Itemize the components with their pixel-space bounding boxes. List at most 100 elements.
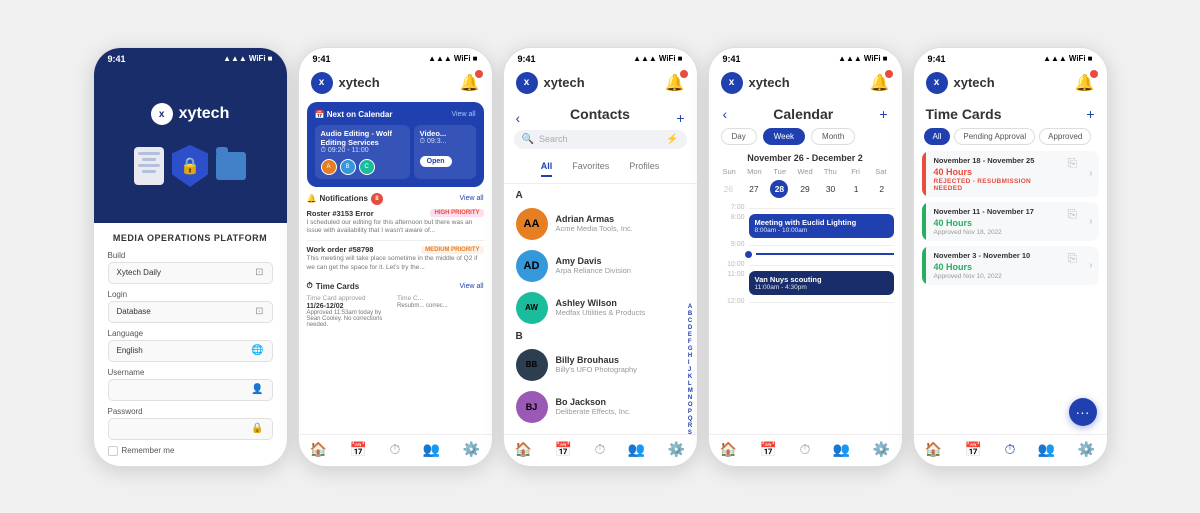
remember-checkbox[interactable] (108, 446, 118, 456)
tc-nav-home[interactable]: 🏠 (925, 441, 942, 458)
alpha-b[interactable]: B (688, 311, 694, 317)
cal-tab-month[interactable]: Month (811, 128, 855, 145)
alpha-d[interactable]: D (688, 325, 694, 331)
cal-nav-settings[interactable]: ⚙️ (873, 441, 890, 458)
calendar-event-1[interactable]: Meeting with Euclid Lighting 8:00am - 10… (749, 214, 894, 238)
time-row-1000: 10:00 (717, 261, 894, 268)
alpha-s[interactable]: S (688, 430, 694, 434)
calendar-notification[interactable]: 🔔 (870, 73, 890, 93)
contact-ashley[interactable]: AW Ashley Wilson Medfax Utilities & Prod… (504, 287, 697, 329)
add-contact-button[interactable]: + (676, 110, 684, 126)
alpha-e[interactable]: E (688, 332, 694, 338)
contacts-nav-contacts[interactable]: 👥 (628, 441, 645, 458)
nav-contacts[interactable]: 👥 (423, 441, 440, 458)
nav-home[interactable]: 🏠 (310, 441, 327, 458)
nav-settings[interactable]: ⚙️ (463, 441, 480, 458)
cal-nav-contacts[interactable]: 👥 (833, 441, 850, 458)
alpha-r[interactable]: R (688, 423, 694, 429)
tc-tab-pending[interactable]: Pending Approval (954, 128, 1035, 145)
date-29[interactable]: 29 (796, 180, 814, 198)
tc-arrow-2[interactable]: › (1083, 202, 1098, 241)
search-bar[interactable]: 🔍 Search ⚡ (514, 130, 687, 149)
tc-card-1[interactable]: November 18 - November 25 40 Hours REJEC… (922, 151, 1099, 197)
notifications-view-all[interactable]: View all (460, 195, 484, 202)
contacts-notification[interactable]: 🔔 (665, 73, 685, 93)
alpha-m[interactable]: M (688, 388, 694, 394)
contacts-nav-calendar[interactable]: 📅 (555, 441, 572, 458)
contacts-nav-timecards[interactable]: ⏱ (595, 441, 606, 458)
fab-button[interactable]: ··· (1069, 398, 1097, 426)
tab-profiles[interactable]: Profiles (629, 161, 659, 177)
username-input[interactable]: 👤 (108, 379, 273, 401)
cal-tab-week[interactable]: Week (763, 128, 805, 145)
contact-adrian[interactable]: AA Adrian Armas Acme Media Tools, Inc. (504, 203, 697, 245)
nav-calendar[interactable]: 📅 (350, 441, 367, 458)
alpha-i[interactable]: I (688, 360, 694, 366)
alpha-l[interactable]: L (688, 381, 694, 387)
contacts-nav-home[interactable]: 🏠 (515, 441, 532, 458)
login-input[interactable]: Database ⊡ (108, 301, 273, 323)
tc-card-2[interactable]: November 11 - November 17 40 Hours Appro… (922, 202, 1099, 241)
date-28[interactable]: 28 (770, 180, 788, 198)
alpha-o[interactable]: O (688, 402, 694, 408)
tc-nav-contacts[interactable]: 👥 (1038, 441, 1055, 458)
date-26[interactable]: 26 (719, 180, 737, 198)
tc-copy-1[interactable]: ⎘ (1062, 151, 1084, 197)
tc-nav-settings[interactable]: ⚙️ (1078, 441, 1095, 458)
alpha-h[interactable]: H (688, 353, 694, 359)
tc-nav-calendar[interactable]: 📅 (965, 441, 982, 458)
date-1[interactable]: 1 (847, 180, 865, 198)
cal-tab-day[interactable]: Day (721, 128, 757, 145)
alpha-a[interactable]: A (688, 304, 694, 310)
notif-1-header: Roster #3153 Error HIGH PRIORITY (307, 209, 484, 218)
contacts-nav-settings[interactable]: ⚙️ (668, 441, 685, 458)
alpha-n[interactable]: N (688, 395, 694, 401)
tc-arrow-3[interactable]: › (1083, 246, 1098, 285)
tc-nav-timecards[interactable]: ⏱ (1005, 441, 1016, 458)
tc-copy-3[interactable]: ⎘ (1062, 246, 1084, 285)
tc-tab-all[interactable]: All (924, 128, 951, 145)
contact-bo[interactable]: BJ Bo Jackson Deliberate Effects, Inc. (504, 386, 697, 428)
date-30[interactable]: 30 (822, 180, 840, 198)
alpha-q[interactable]: Q (688, 416, 694, 422)
cal-nav-home[interactable]: 🏠 (720, 441, 737, 458)
cal-nav-calendar[interactable]: 📅 (760, 441, 777, 458)
tc-arrow-1[interactable]: › (1083, 151, 1098, 197)
notification-bell[interactable]: 🔔 (460, 73, 480, 93)
language-input[interactable]: English 🌐 (108, 340, 273, 362)
calendar-prev[interactable]: ‹ (723, 106, 728, 122)
alpha-f[interactable]: F (688, 339, 694, 345)
back-button[interactable]: ‹ (516, 110, 521, 126)
tab-all[interactable]: All (541, 161, 553, 177)
contact-amy[interactable]: AD Amy Davis Arpa Reliance Division (504, 245, 697, 287)
username-label: Username (108, 368, 273, 377)
tc-notification[interactable]: 🔔 (1075, 73, 1095, 93)
calendar-add[interactable]: + (879, 106, 887, 122)
calendar-item-1[interactable]: Audio Editing - Wolf Editing Services ⏱ … (315, 125, 410, 179)
tc-card-3[interactable]: November 3 - November 10 40 Hours Approv… (922, 246, 1099, 285)
alpha-g[interactable]: G (688, 346, 694, 352)
date-27[interactable]: 27 (745, 180, 763, 198)
calendar-item-2[interactable]: Video... ⏱ 09:3... Open (414, 125, 476, 179)
calendar-item-1-title: Audio Editing - Wolf Editing Services (321, 129, 404, 147)
tc-add-button[interactable]: + (1086, 106, 1094, 122)
search-input[interactable]: Search (539, 134, 661, 144)
nav-timecards[interactable]: ⏱ (390, 441, 401, 458)
calendar-event-2[interactable]: Van Nuys scouting 11:00am - 4:30pm (749, 271, 894, 295)
alpha-c[interactable]: C (688, 318, 694, 324)
open-button[interactable]: Open (420, 156, 452, 167)
contact-billy[interactable]: BB Billy Brouhaus Billy's UFO Photograph… (504, 344, 697, 386)
password-input[interactable]: 🔒 (108, 418, 273, 440)
tc-copy-2[interactable]: ⎘ (1062, 202, 1084, 241)
timecards-view-all[interactable]: View all (460, 283, 484, 290)
alpha-j[interactable]: J (688, 367, 694, 373)
build-input[interactable]: Xytech Daily ⊡ (108, 262, 273, 284)
cal-nav-timecards[interactable]: ⏱ (800, 441, 811, 458)
alpha-k[interactable]: K (688, 374, 694, 380)
tc-tab-approved[interactable]: Approved (1039, 128, 1091, 145)
alpha-p[interactable]: P (688, 409, 694, 415)
tab-favorites[interactable]: Favorites (572, 161, 609, 177)
calendar-view-all[interactable]: View all (452, 111, 476, 118)
filter-icon[interactable]: ⚡ (666, 134, 678, 145)
date-2[interactable]: 2 (873, 180, 891, 198)
